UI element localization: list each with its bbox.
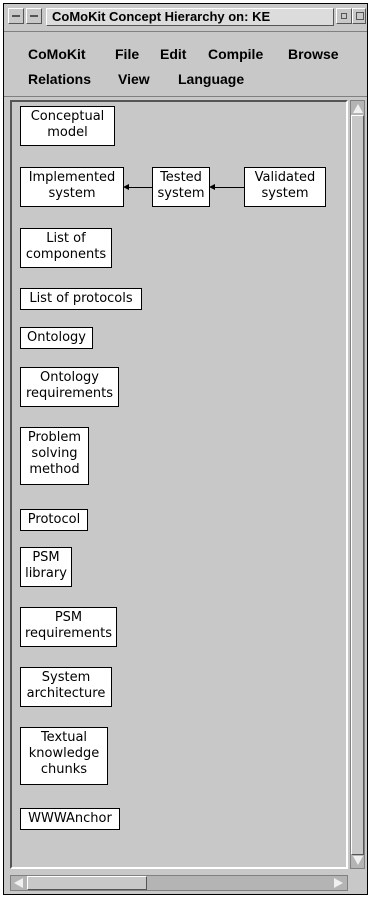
node-psm-requirements[interactable]: PSM requirements [20, 607, 117, 647]
vertical-scroll-thumb[interactable] [351, 115, 364, 855]
node-ontology-requirements[interactable]: Ontology requirements [20, 367, 119, 407]
hierarchy-canvas[interactable]: Conceptual model Implemented system Test… [10, 100, 348, 869]
menu-compile[interactable]: Compile [208, 45, 263, 63]
node-system-architecture[interactable]: System architecture [20, 667, 112, 707]
window-title: CoMoKit Concept Hierarchy on: KE [46, 8, 334, 26]
minimize-button[interactable] [26, 8, 42, 24]
scroll-right-icon[interactable] [334, 878, 343, 888]
menu-edit[interactable]: Edit [160, 45, 186, 63]
node-problem-solving-method[interactable]: Problem solving method [20, 427, 89, 485]
node-list-of-protocols[interactable]: List of protocols [20, 288, 142, 310]
menu-file[interactable]: File [115, 45, 139, 63]
title-bar: CoMoKit Concept Hierarchy on: KE [4, 4, 367, 32]
horizontal-scrollbar[interactable] [10, 875, 348, 891]
menu-comokit[interactable]: CoMoKit [28, 45, 86, 63]
app-window: CoMoKit Concept Hierarchy on: KE CoMoKit… [3, 3, 368, 895]
menu-bar: CoMoKit File Edit Compile Browse Relatio… [4, 32, 367, 97]
scroll-left-icon[interactable] [14, 878, 23, 888]
edge-validated-to-tested [214, 187, 244, 188]
window-menu-icon [12, 15, 20, 17]
iconify-icon [341, 13, 347, 19]
scroll-down-icon[interactable] [353, 856, 363, 865]
menu-relations[interactable]: Relations [28, 70, 91, 88]
menu-browse[interactable]: Browse [288, 45, 339, 63]
node-validated-system[interactable]: Validated system [244, 167, 326, 207]
node-list-of-components[interactable]: List of components [20, 228, 112, 268]
maximize-icon [356, 12, 364, 20]
node-conceptual-model[interactable]: Conceptual model [20, 106, 115, 146]
menu-view[interactable]: View [118, 70, 150, 88]
window-menu-button[interactable] [8, 8, 24, 24]
node-ontology[interactable]: Ontology [20, 327, 93, 349]
horizontal-scroll-thumb[interactable] [27, 876, 147, 890]
menu-language[interactable]: Language [178, 70, 244, 88]
vertical-scrollbar[interactable] [350, 100, 365, 869]
edge-tested-to-implemented [128, 187, 152, 188]
arrow-icon [209, 184, 215, 190]
iconify-button[interactable] [336, 8, 352, 24]
node-wwwanchor[interactable]: WWWAnchor [20, 808, 120, 830]
node-textual-knowledge-chunks[interactable]: Textual knowledge chunks [20, 727, 108, 785]
maximize-button[interactable] [352, 8, 366, 24]
node-psm-library[interactable]: PSM library [20, 547, 72, 587]
scroll-up-icon[interactable] [353, 104, 363, 113]
minimize-icon [30, 15, 38, 17]
node-protocol[interactable]: Protocol [20, 509, 88, 531]
node-tested-system[interactable]: Tested system [152, 167, 210, 207]
node-implemented-system[interactable]: Implemented system [20, 167, 124, 207]
arrow-icon [123, 184, 129, 190]
